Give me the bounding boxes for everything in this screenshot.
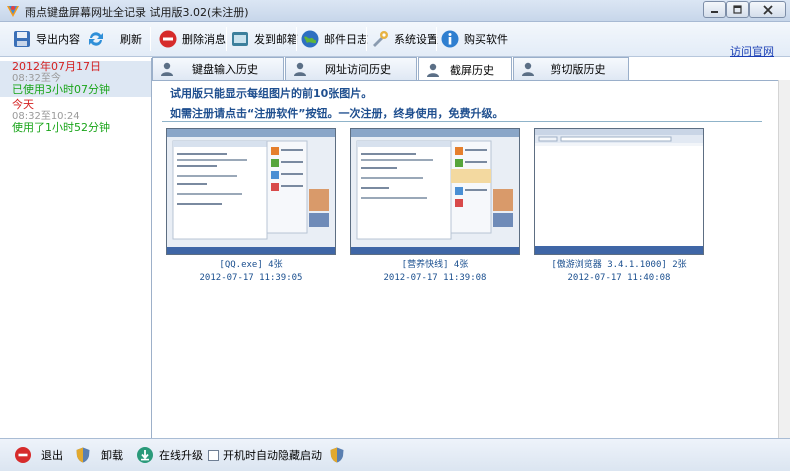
day-usage: 使用了1小时52分钟 (12, 121, 110, 134)
shield-icon (76, 447, 90, 463)
vertical-scrollbar[interactable] (778, 80, 790, 438)
day-date: 2012年07月17日 (12, 60, 101, 73)
toolbar-separator (366, 27, 367, 51)
globe-icon (301, 30, 319, 48)
screenshot-time: 2012-07-17 11:40:08 (567, 273, 671, 283)
day-item[interactable]: 今天 08:32至10:24 使用了1小时52分钟 (0, 99, 151, 135)
tools-icon (373, 31, 388, 47)
screenshot-thumbnail[interactable] (350, 128, 520, 255)
send-mail-button[interactable]: 发到邮箱 (230, 28, 298, 50)
screenshot-time: 2012-07-17 11:39:05 (199, 273, 303, 283)
bottom-bar: 退出 卸载 在线升级 开机时自动隐藏启动 (0, 438, 790, 471)
qq-window-thumbnail-image (167, 129, 335, 254)
buy-button[interactable]: 购买软件 (440, 28, 508, 50)
save-icon (14, 31, 30, 47)
uninstall-button[interactable]: 卸载 (74, 445, 123, 465)
online-upgrade-button[interactable]: 在线升级 (136, 445, 203, 465)
day-usage: 已使用3小时07分钟 (12, 83, 110, 96)
title-bar: 雨点键盘屏幕网址全记录 试用版3.02(未注册) (0, 0, 790, 22)
exit-button[interactable]: 退出 (14, 445, 63, 465)
autostart-checkbox[interactable]: 开机时自动隐藏启动 (208, 445, 351, 465)
info-icon (441, 30, 459, 48)
day-item[interactable]: 2012年07月17日 08:32至今 已使用3小时07分钟 (0, 61, 151, 97)
register-notice: 如需注册请点击“注册软件”按钮。一次注册，终身使用，免费升级。 (170, 107, 504, 120)
screenshot-thumbnail[interactable] (534, 128, 704, 255)
screenshot-item[interactable]: [QQ.exe] 4张 2012-07-17 11:39:05 (166, 128, 336, 283)
toolbar: 导出内容 刷新 删除消息 发到邮箱 邮件日志 系统设置 购买软件 (0, 22, 790, 57)
tab-clipboard-history[interactable]: 剪切版历史 (513, 57, 629, 80)
shield-icon (330, 447, 344, 463)
refresh-button[interactable]: 刷新 (86, 28, 142, 50)
day-date: 今天 (12, 98, 34, 111)
day-list: 2012年07月17日 08:32至今 已使用3小时07分钟 今天 08:32至… (0, 58, 152, 438)
browser-window-thumbnail-image (535, 129, 703, 254)
screenshot-time: 2012-07-17 11:39:08 (383, 273, 487, 283)
tab-bar: 键盘输入历史 网址访问历史 截屏历史 剪切版历史 (152, 57, 790, 81)
delete-button[interactable]: 删除消息 (158, 28, 226, 50)
user-icon (161, 62, 173, 76)
refresh-icon (89, 32, 103, 46)
export-button[interactable]: 导出内容 (12, 28, 80, 50)
exit-icon (15, 447, 31, 463)
minimize-icon (711, 11, 718, 13)
user-icon (522, 62, 534, 76)
mail-log-button[interactable]: 邮件日志 (300, 28, 368, 50)
screenshot-name: [营养快线] 4张 (401, 260, 469, 270)
toolbar-separator (436, 27, 437, 51)
toolbar-separator (226, 27, 227, 51)
user-icon (294, 62, 306, 76)
toolbar-separator (150, 27, 151, 51)
screenshot-panel: 试用版只能显示每组图片的前10张图片。 如需注册请点击“注册软件”按钮。一次注册… (152, 80, 778, 438)
maximize-icon (733, 5, 742, 14)
tab-url-history[interactable]: 网址访问历史 (285, 57, 417, 80)
screenshot-name: [QQ.exe] 4张 (219, 260, 283, 270)
checkbox-box[interactable] (208, 449, 219, 461)
tab-keyboard-history[interactable]: 键盘输入历史 (152, 57, 284, 80)
chat-window-thumbnail-image (351, 129, 519, 254)
user-icon (427, 63, 439, 77)
close-button[interactable] (749, 1, 786, 18)
download-icon (137, 447, 153, 463)
tab-screenshot-history[interactable]: 截屏历史 (418, 57, 512, 81)
mail-icon (232, 32, 248, 46)
settings-button[interactable]: 系统设置 (370, 28, 438, 50)
maximize-button[interactable] (726, 1, 749, 18)
screenshot-item[interactable]: [傲游浏览器 3.4.1.1000] 2张 2012-07-17 11:40:0… (534, 128, 704, 283)
screenshot-thumbnail[interactable] (166, 128, 336, 255)
toolbar-separator (296, 27, 297, 51)
app-logo-icon (7, 6, 19, 17)
screenshot-name: [傲游浏览器 3.4.1.1000] 2张 (551, 260, 687, 270)
screenshot-item[interactable]: [营养快线] 4张 2012-07-17 11:39:08 (350, 128, 520, 283)
close-icon (762, 4, 773, 15)
delete-icon (159, 30, 177, 48)
divider (162, 121, 762, 122)
window-title: 雨点键盘屏幕网址全记录 试用版3.02(未注册) (25, 6, 249, 19)
minimize-button[interactable] (703, 1, 726, 18)
trial-notice: 试用版只能显示每组图片的前10张图片。 (170, 87, 373, 100)
